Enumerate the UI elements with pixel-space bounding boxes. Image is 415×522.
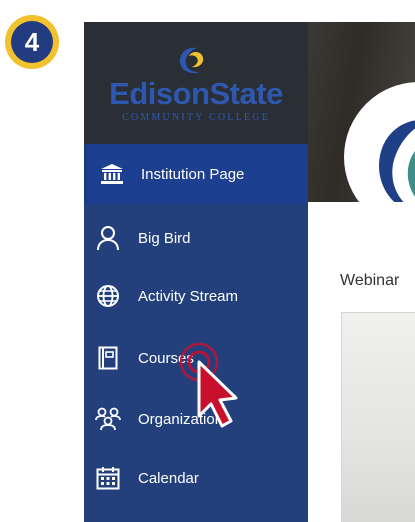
courses-icon: [95, 345, 121, 371]
nav-item-profile[interactable]: Big Bird: [84, 208, 308, 268]
webinar-video-thumbnail[interactable]: [341, 312, 415, 522]
college-logo[interactable]: EdisonState COMMUNITY COLLEGE: [84, 22, 308, 144]
step-badge: 4: [5, 15, 59, 69]
nav-label-activity-stream: Activity Stream: [138, 287, 239, 305]
page: 4 EdisonState COMMUNITY COLLEGE Institut…: [0, 0, 415, 522]
logo-subtitle: COMMUNITY COLLEGE: [122, 112, 270, 123]
section-title: Webinar: [340, 272, 400, 289]
nav-item-calendar[interactable]: Calendar: [84, 448, 308, 508]
nav-label-profile: Big Bird: [138, 229, 191, 247]
globe-icon: [95, 283, 121, 309]
nav-label-calendar: Calendar: [138, 469, 199, 487]
logo-name: EdisonState: [109, 76, 283, 111]
user-icon: [95, 225, 121, 251]
nav-item-institution-page[interactable]: Institution Page: [84, 144, 308, 204]
college-logo-icon: [379, 120, 415, 202]
organizations-icon: [95, 406, 121, 432]
institution-banner: [308, 22, 415, 202]
nav-item-activity-stream[interactable]: Activity Stream: [84, 266, 308, 326]
sidebar: EdisonState COMMUNITY COLLEGE Institutio…: [84, 22, 308, 522]
click-pointer-icon: [179, 342, 238, 428]
institution-icon: [99, 161, 125, 187]
logo-mark-icon: [179, 47, 204, 74]
calendar-icon: [95, 465, 121, 491]
nav-label-institution-page: Institution Page: [141, 165, 245, 183]
step-number: 4: [11, 21, 53, 63]
